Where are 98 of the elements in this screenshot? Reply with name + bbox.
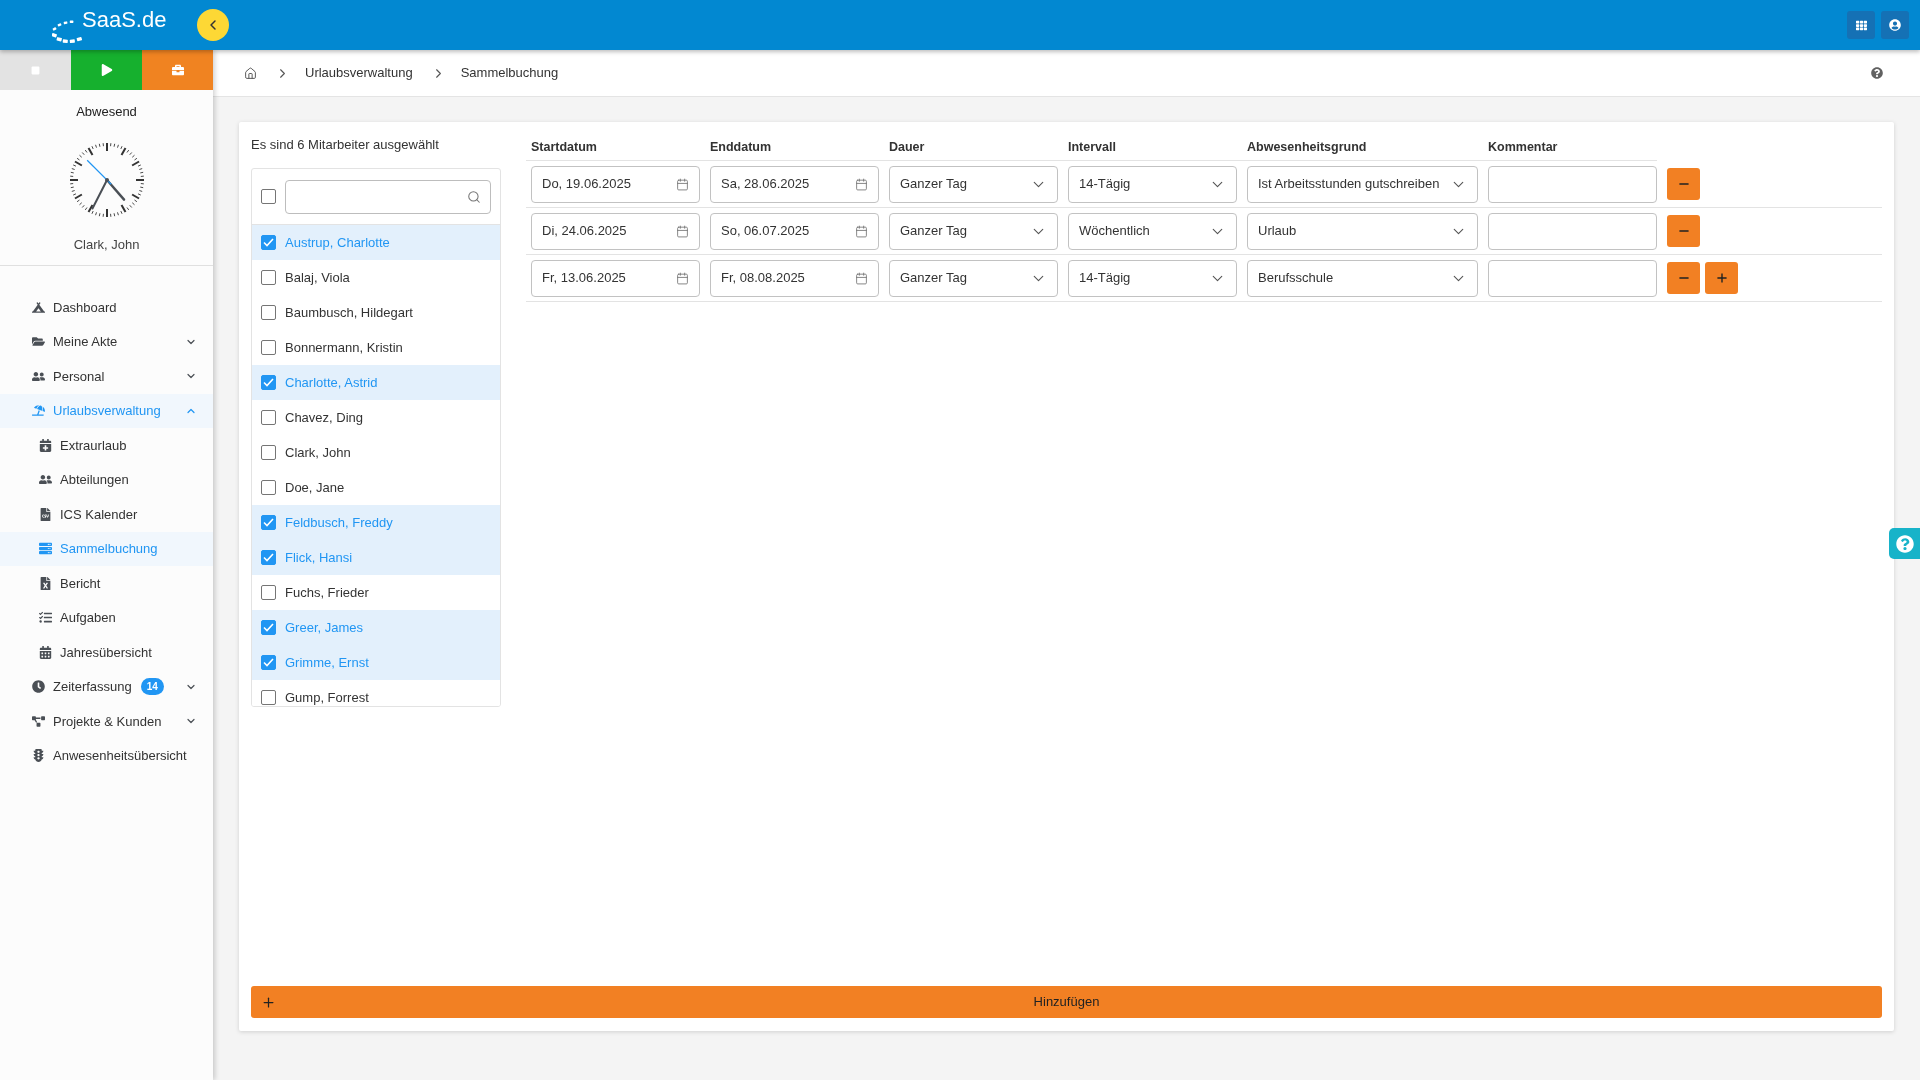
- checkbox[interactable]: [261, 189, 276, 204]
- calendar-icon: [855, 224, 868, 238]
- nav-item[interactable]: Jahresübersicht: [0, 635, 213, 670]
- checkbox[interactable]: [261, 480, 276, 495]
- select-field[interactable]: Ganzer Tag: [889, 165, 1058, 203]
- calendar-icon: [855, 177, 868, 191]
- column-header: Abwesenheitsgrund: [1247, 138, 1368, 156]
- checkbox[interactable]: [261, 340, 276, 355]
- help-tab-button[interactable]: [1889, 528, 1920, 559]
- column-header: Intervall: [1068, 138, 1117, 156]
- diagram-icon: [31, 714, 45, 728]
- plus-icon: [1714, 271, 1729, 285]
- nav-item[interactable]: Dashboard: [0, 290, 213, 325]
- collapse-sidebar-button[interactable]: [197, 9, 229, 41]
- calendar-icon: [855, 271, 868, 285]
- select-field[interactable]: Ist Arbeitsstunden gutschreiben: [1247, 165, 1478, 203]
- checkbox[interactable]: [261, 550, 276, 565]
- checkbox[interactable]: [261, 690, 276, 705]
- user-name: Clark, John: [73, 237, 140, 253]
- breadcrumb-link[interactable]: Urlaubsverwaltung: [305, 63, 413, 83]
- select-field[interactable]: 14-Tägig: [1068, 165, 1237, 203]
- breadcrumb-current: Sammelbuchung: [460, 64, 559, 83]
- column-header: Enddatum: [710, 138, 773, 156]
- select-field[interactable]: Ganzer Tag: [889, 259, 1058, 297]
- date-field[interactable]: Fr, 13.06.2025: [531, 259, 700, 297]
- briefcase-icon: [171, 64, 184, 76]
- nav-item[interactable]: Bericht: [0, 566, 213, 601]
- calendar-icon: [676, 224, 689, 238]
- comment-field[interactable]: [1488, 212, 1657, 250]
- nav-item[interactable]: Anwesenheitsübersicht: [0, 738, 213, 773]
- calendar-icon: [676, 177, 689, 191]
- comment-field[interactable]: [1488, 165, 1657, 203]
- calendar-icon: [676, 271, 689, 285]
- home-icon[interactable]: [244, 66, 257, 80]
- nav-item[interactable]: Zeiterfassung 14: [0, 669, 213, 704]
- checkbox[interactable]: [261, 445, 276, 460]
- clock-icon: [31, 680, 45, 694]
- help-icon: [1895, 534, 1914, 553]
- account-button[interactable]: [1881, 11, 1909, 39]
- logo-text: SaaS.de: [82, 8, 167, 32]
- select-field[interactable]: Ganzer Tag: [889, 212, 1058, 250]
- select-field[interactable]: Urlaub: [1247, 212, 1478, 250]
- beach-umbrella-icon: [31, 404, 45, 418]
- column-header: Dauer: [889, 138, 926, 156]
- select-field[interactable]: 14-Tägig: [1068, 259, 1237, 297]
- checkbox[interactable]: [261, 515, 276, 530]
- plus-icon: [261, 994, 276, 1010]
- status-text: Abwesend: [76, 104, 137, 120]
- nav-item[interactable]: Personal: [0, 359, 213, 394]
- date-field[interactable]: Sa, 28.06.2025: [710, 165, 879, 203]
- checkbox[interactable]: [261, 270, 276, 285]
- calendar-plus-icon: [38, 438, 52, 452]
- nav-item[interactable]: Meine Akte: [0, 324, 213, 359]
- checkbox[interactable]: [261, 305, 276, 320]
- checklist-icon: [38, 611, 52, 625]
- comment-field[interactable]: [1488, 259, 1657, 297]
- break-button[interactable]: [142, 50, 213, 90]
- nav-item[interactable]: Abteilungen: [0, 462, 213, 497]
- checkbox[interactable]: [261, 410, 276, 425]
- count-badge: 14: [140, 678, 164, 696]
- folder-icon: [31, 335, 45, 349]
- nav-item[interactable]: Projekte & Kunden: [0, 704, 213, 739]
- csv-file-icon: [38, 507, 52, 521]
- play-icon: [100, 64, 113, 76]
- checkbox[interactable]: [261, 585, 276, 600]
- user-icon: [1889, 19, 1901, 31]
- checkbox[interactable]: [261, 655, 276, 670]
- selection-summary: Es sind 6 Mitarbeiter ausgewählt: [251, 136, 440, 154]
- select-field[interactable]: Wöchentlich: [1068, 212, 1237, 250]
- date-field[interactable]: Fr, 08.08.2025: [710, 259, 879, 297]
- calendar-icon: [38, 645, 52, 659]
- column-header: Kommentar: [1488, 138, 1559, 156]
- select-field[interactable]: Berufsschule: [1247, 259, 1478, 297]
- traffic-light-icon: [31, 749, 45, 763]
- apps-button[interactable]: [1847, 11, 1875, 39]
- date-field[interactable]: Do, 19.06.2025: [531, 165, 700, 203]
- date-field[interactable]: So, 06.07.2025: [710, 212, 879, 250]
- server-icon: [38, 542, 52, 556]
- logo-icon: [52, 18, 82, 46]
- help-icon[interactable]: [1871, 67, 1883, 79]
- play-button[interactable]: [71, 50, 142, 90]
- checkbox[interactable]: [261, 620, 276, 635]
- nav-item[interactable]: Aufgaben: [0, 600, 213, 635]
- users-icon: [31, 369, 45, 383]
- grid-icon: [1855, 19, 1867, 31]
- nav-item[interactable]: Extraurlaub: [0, 428, 213, 463]
- column-header: Startdatum: [531, 138, 598, 156]
- spreadsheet-file-icon: [38, 576, 52, 590]
- nav-item[interactable]: ICS Kalender: [0, 497, 213, 532]
- users-icon: [38, 473, 52, 487]
- search-field[interactable]: [285, 179, 491, 214]
- tent-icon: [31, 300, 45, 314]
- checkbox[interactable]: [261, 235, 276, 250]
- add-button[interactable]: Hinzufügen: [251, 986, 1882, 1018]
- search-icon: [467, 189, 481, 204]
- add-row-button[interactable]: [1705, 262, 1738, 294]
- date-field[interactable]: Di, 24.06.2025: [531, 212, 700, 250]
- checkbox[interactable]: [261, 375, 276, 390]
